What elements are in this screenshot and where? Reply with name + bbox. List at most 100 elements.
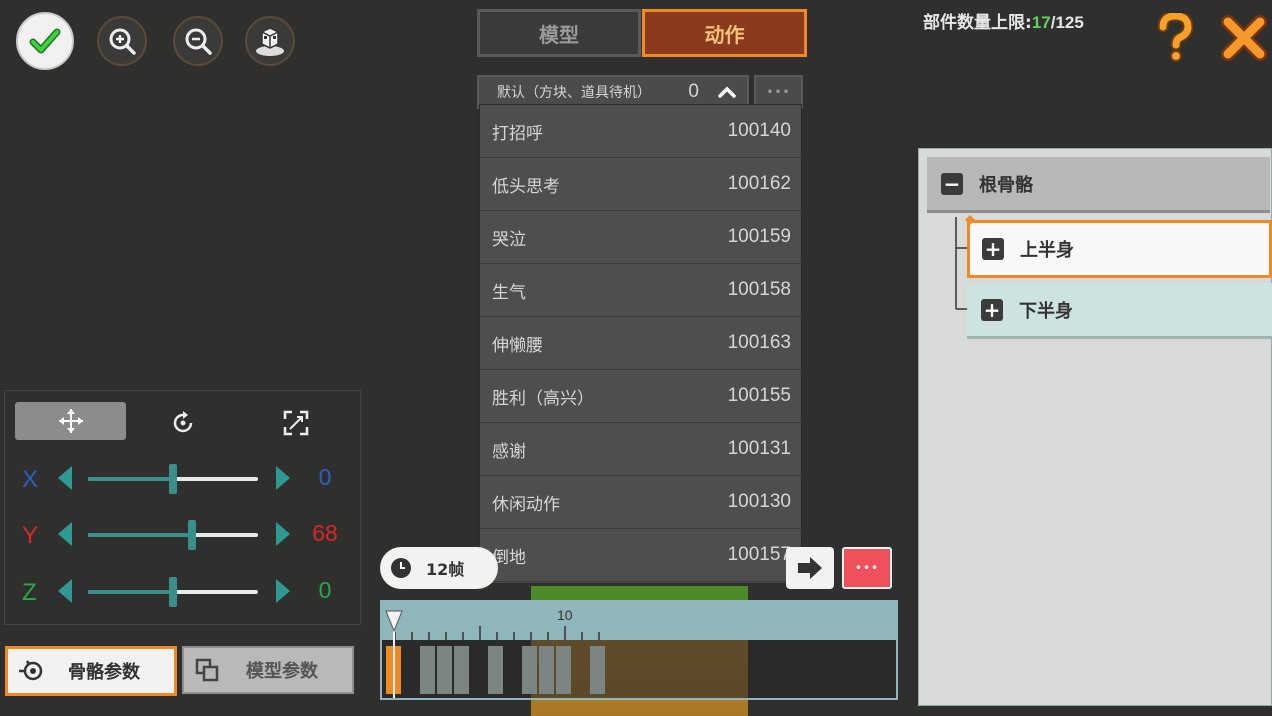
keyframe-block[interactable] <box>590 646 605 694</box>
list-item[interactable]: 伸懒腰 100163 <box>480 317 801 370</box>
list-item-name: 哭泣 <box>492 229 526 250</box>
bone-node-label: 根骨骼 <box>979 174 1033 196</box>
move-icon <box>58 409 83 433</box>
y-slider-thumb[interactable] <box>187 520 196 550</box>
ruler-ticks <box>394 626 600 640</box>
question-icon <box>1157 13 1194 62</box>
playhead-marker-icon <box>385 610 403 632</box>
x-slider-fill <box>88 477 173 481</box>
axis-y-label: Y <box>22 522 39 549</box>
tab-model[interactable]: 模型 <box>477 9 641 57</box>
timeline-ruler[interactable]: 10 <box>382 602 896 640</box>
scale-mode-button[interactable] <box>278 405 314 441</box>
x-slider[interactable] <box>88 464 258 494</box>
list-item[interactable]: 休闲动作 100130 <box>480 476 801 529</box>
list-item-id: 100130 <box>727 491 791 512</box>
list-item-id: 100131 <box>727 438 791 459</box>
list-item-name: 感谢 <box>492 441 526 462</box>
keyframe-block[interactable] <box>522 646 537 694</box>
check-icon <box>29 28 61 54</box>
bone-node-label: 上半身 <box>1020 240 1074 261</box>
action-select-id: 0 <box>688 81 699 102</box>
scale-icon <box>283 410 309 436</box>
keyframe-block[interactable] <box>556 646 571 694</box>
list-item[interactable]: 低头思考 100162 <box>480 158 801 211</box>
list-item-id: 100158 <box>727 279 791 300</box>
zoom-in-icon <box>109 28 136 55</box>
model-params-label: 模型参数 <box>246 661 318 682</box>
axis-x-label: X <box>22 466 39 493</box>
parts-limit-label: 部件数量上限: <box>923 13 1032 33</box>
list-item-id: 100140 <box>727 120 791 141</box>
bone-tree-panel: − 根骨骼 + 上半身 + 下半身 <box>918 148 1272 706</box>
zoom-in-button[interactable] <box>97 16 147 66</box>
frame-count-pill[interactable]: 12帧 <box>380 547 498 589</box>
keyframe-block[interactable] <box>420 646 435 694</box>
timeline-more-button[interactable]: ••• <box>842 547 892 589</box>
list-item[interactable]: 生气 100158 <box>480 264 801 317</box>
action-select-value: 默认（方块、道具待机） <box>497 85 651 101</box>
list-item-id: 100159 <box>727 226 791 247</box>
frame-count-label: 12帧 <box>426 560 465 579</box>
list-item-name: 打招呼 <box>492 123 543 144</box>
y-slider[interactable] <box>88 520 258 550</box>
list-item-id: 100157 <box>727 544 791 565</box>
z-slider[interactable] <box>88 577 258 607</box>
z-slider-thumb[interactable] <box>169 577 177 607</box>
ruler-tick-label: 10 <box>557 607 573 623</box>
clock-icon <box>391 558 411 578</box>
y-increase-button[interactable] <box>276 522 290 546</box>
bone-node-root[interactable]: − 根骨骼 <box>927 157 1270 213</box>
zoom-out-button[interactable] <box>173 16 223 66</box>
confirm-button[interactable] <box>16 12 74 70</box>
bone-icon <box>19 660 43 681</box>
list-item-id: 100155 <box>727 385 791 406</box>
z-increase-button[interactable] <box>276 579 290 603</box>
list-item-name: 生气 <box>492 282 526 303</box>
bone-node-upper-body[interactable]: + 上半身 <box>967 220 1272 278</box>
tab-action[interactable]: 动作 <box>642 9 807 57</box>
transform-panel: X 0 Y 68 Z 0 <box>4 390 361 625</box>
axis-z-label: Z <box>22 579 37 606</box>
list-item[interactable]: 倒地 100157 <box>480 529 801 582</box>
next-keyframe-button[interactable] <box>786 547 834 589</box>
z-slider-fill <box>88 590 173 594</box>
list-item[interactable]: 胜利（高兴） 100155 <box>480 370 801 423</box>
expand-icon[interactable]: + <box>981 298 1003 321</box>
keyframe-block[interactable] <box>488 646 503 694</box>
list-item-name: 伸懒腰 <box>492 335 543 356</box>
bone-params-button[interactable]: 骨骼参数 <box>5 646 177 696</box>
view-button[interactable] <box>245 16 295 66</box>
help-button[interactable] <box>1152 12 1198 64</box>
list-item-name: 胜利（高兴） <box>492 388 594 409</box>
list-item[interactable]: 哭泣 100159 <box>480 211 801 264</box>
list-item[interactable]: 感谢 100131 <box>480 423 801 476</box>
keyframe-block[interactable] <box>539 646 554 694</box>
rotate-mode-button[interactable] <box>165 405 201 441</box>
keyframe-block[interactable] <box>437 646 452 694</box>
rotate-icon <box>173 411 193 433</box>
close-button[interactable] <box>1220 14 1268 62</box>
expand-icon[interactable]: + <box>982 238 1004 260</box>
y-decrease-button[interactable] <box>58 522 72 546</box>
x-decrease-button[interactable] <box>58 466 72 490</box>
move-mode-button[interactable] <box>15 402 126 440</box>
parts-limit-max: /125 <box>1050 13 1084 32</box>
x-increase-button[interactable] <box>276 466 290 490</box>
timeline[interactable]: 10 <box>380 600 898 700</box>
bone-params-label: 骨骼参数 <box>68 662 140 683</box>
list-item-name: 低头思考 <box>492 176 560 197</box>
bone-node-lower-body[interactable]: + 下半身 <box>967 283 1272 339</box>
x-slider-thumb[interactable] <box>169 464 177 494</box>
collapse-icon[interactable]: − <box>941 172 963 195</box>
model-params-button[interactable]: 模型参数 <box>182 646 354 694</box>
list-item-name: 休闲动作 <box>492 494 560 515</box>
list-item[interactable]: 打招呼 100140 <box>480 105 801 158</box>
keyframe-block[interactable] <box>454 646 469 694</box>
z-decrease-button[interactable] <box>58 579 72 603</box>
axis-x-value: 0 <box>318 464 332 490</box>
close-icon <box>1221 15 1267 61</box>
list-item-id: 100162 <box>727 173 791 194</box>
y-slider-fill <box>88 533 192 537</box>
axis-z-value: 0 <box>318 577 332 603</box>
